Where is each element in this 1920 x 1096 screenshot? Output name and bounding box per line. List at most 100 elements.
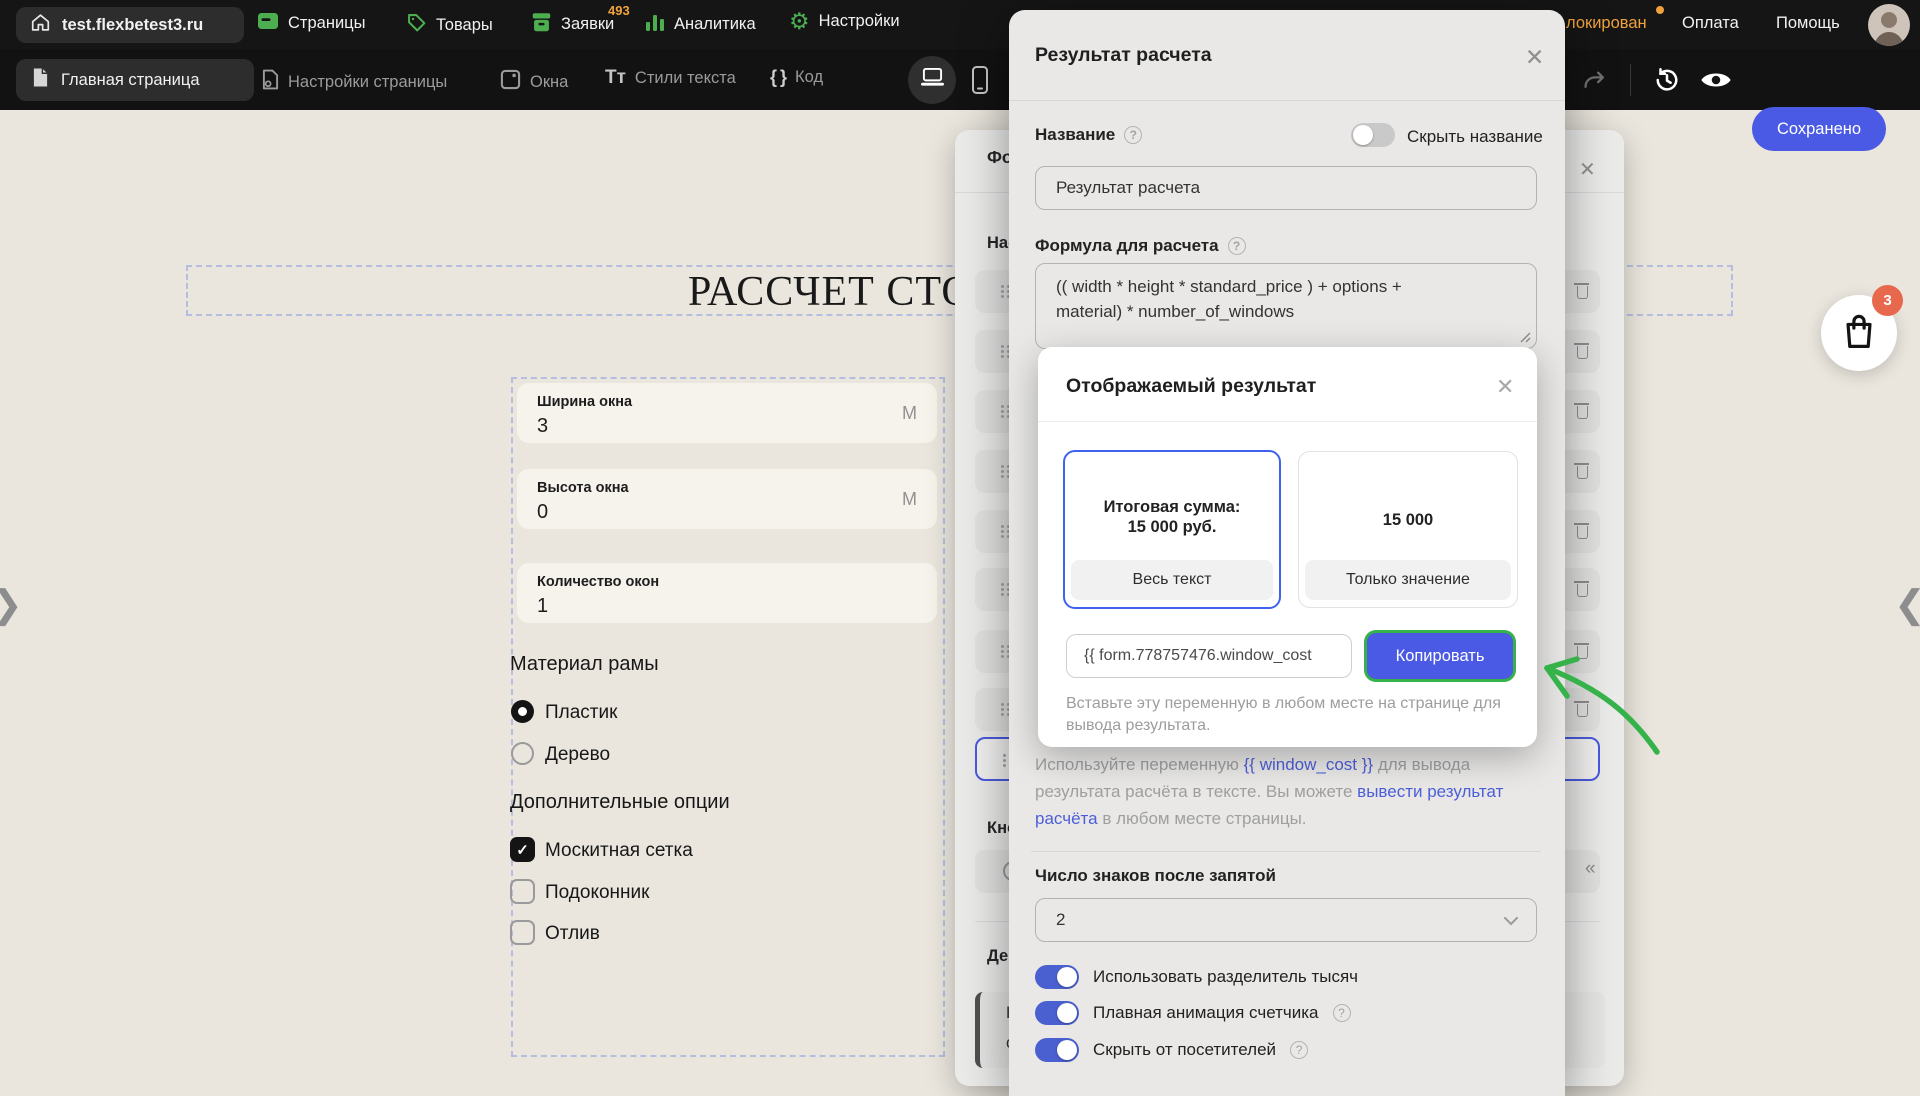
field-unit: М (902, 489, 917, 510)
code-icon: { } (770, 67, 786, 88)
form-field-count[interactable]: Количество окон 1 (517, 563, 937, 623)
drag-handle-icon[interactable] (1001, 405, 1004, 408)
drag-handle-icon[interactable] (1001, 645, 1004, 648)
toggle-label: Плавная анимация счетчика (1093, 1003, 1319, 1023)
trash-icon[interactable] (1577, 406, 1588, 419)
hide-from-visitors-row: Скрыть от посетителей ? (1035, 1038, 1308, 1062)
nav-orders[interactable]: Заявки (531, 12, 614, 37)
history-button[interactable] (1652, 65, 1682, 100)
checkbox-drip-label[interactable]: Отлив (545, 923, 600, 945)
trash-icon[interactable] (1577, 584, 1588, 597)
panel-close-icon[interactable]: ✕ (1579, 160, 1596, 180)
paste-hint-line: вывода результата. (1066, 717, 1210, 735)
nav-payment[interactable]: Оплата (1682, 14, 1739, 33)
help-icon[interactable]: ? (1290, 1041, 1308, 1059)
windows-button[interactable]: Окна (500, 69, 568, 95)
redo-button[interactable] (1582, 69, 1608, 95)
thousands-separator-toggle[interactable] (1035, 965, 1079, 989)
nav-pages[interactable]: Страницы (257, 12, 365, 35)
variable-hint-line: результата расчёта в тексте. Вы можете в… (1035, 782, 1503, 802)
drag-handle-icon[interactable] (1001, 285, 1004, 288)
checkbox-windowsill-label[interactable]: Подоконник (545, 882, 649, 904)
displayed-result-modal: Отображаемый результат ✕ Итоговая сумма:… (1038, 347, 1537, 747)
options-group-label: Дополнительные опции (510, 791, 730, 814)
radio-plastic[interactable] (511, 700, 534, 723)
name-label-row: Название ? (1035, 125, 1142, 145)
preview-button[interactable] (1700, 69, 1732, 96)
avatar[interactable] (1868, 4, 1910, 46)
checkbox-mosquito-net[interactable]: ✓ (510, 837, 535, 862)
cart-badge: 3 (1872, 285, 1903, 316)
resize-handle-icon[interactable] (1520, 332, 1531, 343)
output-result-link[interactable]: вывести результат (1357, 782, 1503, 801)
copy-button[interactable]: Копировать (1367, 633, 1513, 679)
formula-textarea[interactable]: (( width * height * standard_price ) + o… (1035, 263, 1537, 349)
form-field-height[interactable]: Высота окна 0 М (517, 469, 937, 529)
collapse-icon[interactable]: « (1585, 858, 1596, 880)
name-input[interactable]: Результат расчета (1035, 166, 1537, 210)
desktop-view-button[interactable] (908, 56, 956, 104)
saved-button[interactable]: Сохранено (1752, 107, 1886, 151)
trash-icon[interactable] (1577, 286, 1588, 299)
variable-token[interactable]: {{ window_cost }} (1244, 755, 1373, 774)
option-full-text-card[interactable]: Итоговая сумма: 15 000 руб. Весь текст (1063, 450, 1281, 609)
modal-close-icon[interactable]: ✕ (1496, 376, 1514, 398)
trash-icon[interactable] (1577, 526, 1588, 539)
nav-goods[interactable]: Товары (406, 12, 493, 38)
right-edge-panel-arrow[interactable]: ❮ (1894, 582, 1920, 627)
code-button[interactable]: { } Код (770, 67, 823, 88)
toggle-label: Использовать разделитель тысяч (1093, 967, 1358, 987)
hide-name-toggle[interactable] (1351, 123, 1395, 147)
drag-handle-icon[interactable] (1001, 583, 1004, 586)
field-value: 3 (537, 415, 548, 438)
radio-wood-label[interactable]: Дерево (545, 744, 610, 766)
decimals-select[interactable]: 2 (1035, 898, 1537, 942)
hide-from-visitors-toggle[interactable] (1035, 1038, 1079, 1062)
form-field-width[interactable]: Ширина окна 3 М (517, 383, 937, 443)
text-styles-button[interactable]: Tт Стили текста (605, 67, 736, 89)
help-icon[interactable]: ? (1124, 126, 1142, 144)
check-icon: ✓ (516, 841, 529, 859)
nav-pages-label: Страницы (288, 14, 365, 33)
nav-help[interactable]: Помощь (1776, 14, 1840, 33)
drag-handle-icon[interactable] (1001, 465, 1004, 468)
trash-icon[interactable] (1577, 646, 1588, 659)
trash-icon[interactable] (1577, 466, 1588, 479)
mobile-view-button[interactable] (972, 66, 988, 99)
help-icon[interactable]: ? (1333, 1004, 1351, 1022)
option-preview-line: 15 000 (1299, 510, 1517, 530)
site-home-button[interactable]: test.flexbetest3.ru (16, 7, 244, 43)
hint-text: Используйте переменную (1035, 755, 1244, 774)
blocked-status-label[interactable]: локирован (1566, 14, 1647, 33)
drag-handle-icon[interactable] (1003, 754, 1006, 757)
radio-wood[interactable] (511, 742, 534, 765)
nav-settings[interactable]: ⚙ Настройки (789, 10, 900, 33)
checkbox-windowsill[interactable] (510, 879, 535, 904)
variable-input[interactable]: {{ form.778757476.window_cost (1066, 634, 1352, 678)
radio-plastic-label[interactable]: Пластик (545, 702, 617, 724)
checkbox-drip[interactable] (510, 920, 535, 945)
home-icon (30, 13, 51, 37)
field-value: 0 (537, 501, 548, 524)
nav-settings-label: Настройки (819, 12, 900, 31)
option-value-only-card[interactable]: 15 000 Только значение (1298, 451, 1518, 608)
drag-handle-icon[interactable] (1001, 525, 1004, 528)
drag-handle-icon[interactable] (1001, 703, 1004, 706)
modal-close-icon[interactable]: ✕ (1525, 46, 1544, 69)
field-unit: М (902, 403, 917, 424)
nav-analytics-label: Аналитика (674, 15, 756, 34)
page-settings-button[interactable]: Настройки страницы (262, 69, 447, 95)
history-clock-icon (1652, 82, 1682, 99)
counter-animation-toggle[interactable] (1035, 1001, 1079, 1025)
trash-icon[interactable] (1577, 346, 1588, 359)
text-styles-label: Стили текста (635, 69, 736, 88)
output-result-link[interactable]: расчёта (1035, 809, 1098, 828)
trash-icon[interactable] (1577, 704, 1588, 717)
nav-analytics[interactable]: Аналитика (645, 12, 756, 37)
field-label: Ширина окна (537, 394, 632, 410)
checkbox-mosquito-net-label[interactable]: Москитная сетка (545, 840, 693, 862)
left-edge-panel-arrow[interactable]: ❯ (0, 582, 23, 627)
current-page-button[interactable]: Главная страница (16, 59, 254, 101)
help-icon[interactable]: ? (1228, 237, 1246, 255)
drag-handle-icon[interactable] (1001, 345, 1004, 348)
